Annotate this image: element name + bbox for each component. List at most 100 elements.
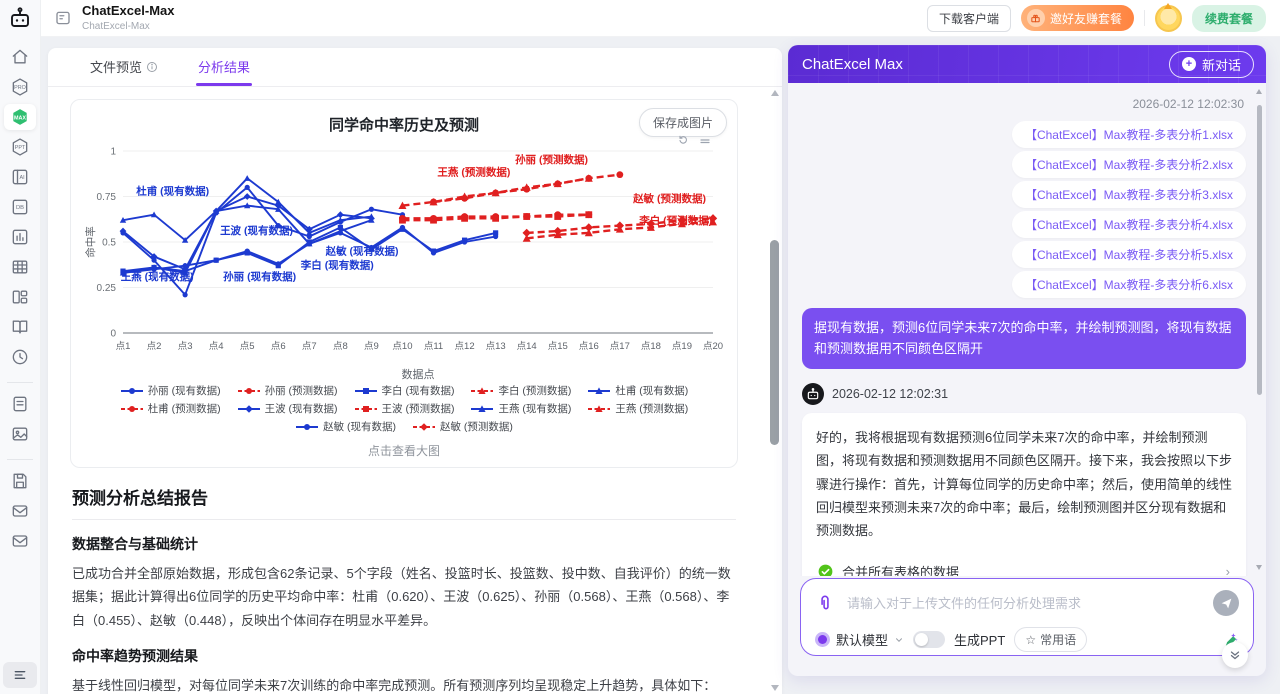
svg-text:AI: AI [20,175,25,181]
app-window: PROMAXPPTAIDB ChatExcel-Max ChatExcel-Ma… [0,0,1280,694]
svg-text:MAX: MAX [14,115,26,121]
svg-text:点2: 点2 [147,341,162,352]
legend-item[interactable]: 孙丽 (预测数据) [237,383,338,398]
sidebar-item-book[interactable] [4,314,36,340]
chart-toolbox [677,134,711,146]
legend-item[interactable]: 赵敏 (预测数据) [412,419,513,434]
legend-item[interactable]: 王燕 (现有数据) [470,401,571,416]
file-chip[interactable]: 【ChatExcel】Max教程-多表分析3.xlsx [1012,181,1246,208]
legend-item[interactable]: 杜甫 (现有数据) [587,383,688,398]
legend-item[interactable]: 王波 (现有数据) [237,401,338,416]
svg-text:点15: 点15 [548,341,568,352]
sidebar-item-max-badge[interactable]: MAX [4,104,36,130]
collapse-sidebar-icon[interactable] [54,9,72,27]
chat-scrollbar-thumb[interactable] [1257,105,1262,395]
sidebar-menu-button[interactable] [3,662,37,688]
send-button[interactable] [1213,590,1239,616]
svg-text:点11: 点11 [424,341,443,352]
chart-legend: 孙丽 (现有数据) 孙丽 (预测数据) 李白 (现有数据) 李白 (预测数据) 杜甫 (… [83,383,725,434]
sidebar-item-ppt-badge[interactable]: PPT [4,134,36,160]
main-scrollbar-thumb[interactable] [770,240,779,445]
svg-text:0: 0 [110,329,116,340]
task-step[interactable]: 合并所有表格的数据› [816,551,1232,576]
app-logo-robot-icon[interactable] [0,0,40,36]
svg-text:赵敏 (预测数据): 赵敏 (预测数据) [632,192,706,205]
legend-item[interactable]: 孙丽 (现有数据) [120,383,221,398]
chart-enlarge-hint[interactable]: 点击查看大图 [83,442,725,459]
new-chat-button[interactable]: + 新对话 [1169,51,1254,78]
file-chip[interactable]: 【ChatExcel】Max教程-多表分析6.xlsx [1012,271,1246,298]
legend-label: 赵敏 (预测数据) [440,419,513,434]
download-client-button[interactable]: 下载客户端 [927,5,1011,32]
legend-item[interactable]: 赵敏 (现有数据) [295,419,396,434]
sidebar-item-database[interactable]: DB [4,194,36,220]
file-chip[interactable]: 【ChatExcel】Max教程-多表分析1.xlsx [1012,121,1246,148]
chat-panel: ChatExcel Max + 新对话 2026-02-12 12:02:30 … [788,45,1266,676]
tab-file-preview[interactable]: 文件预览 [88,57,160,86]
line-chart[interactable]: 00.250.50.751点1点2点3点4点5点6点7点8点9点10点11点12… [83,135,725,381]
analysis-panel: 文件预览 分析结果 保存成图片 同学命中 [48,48,782,694]
sidebar-item-mail[interactable] [4,498,36,524]
ai-message-header: 2026-02-12 12:02:31 [802,383,1246,405]
svg-text:0.75: 0.75 [97,192,117,203]
svg-text:数据点: 数据点 [402,367,435,381]
file-chip[interactable]: 【ChatExcel】Max教程-多表分析5.xlsx [1012,241,1246,268]
generate-ppt-toggle[interactable] [913,631,945,648]
invite-friends-button[interactable]: 邀好友赚套餐 [1021,5,1134,31]
save-as-image-button[interactable]: 保存成图片 [639,108,727,137]
rail-divider [7,382,33,383]
file-chip[interactable]: 【ChatExcel】Max教程-多表分析4.xlsx [1012,211,1246,238]
legend-item[interactable]: 李白 (现有数据) [354,383,455,398]
chat-scroll-down-arrow[interactable] [1256,565,1262,570]
svg-text:点7: 点7 [302,341,317,352]
renew-plan-button[interactable]: 续费套餐 [1192,5,1266,32]
chart-card[interactable]: 保存成图片 同学命中率历史及预测 00.250.50.751点1点2点3点4点5… [70,99,738,468]
legend-item[interactable]: 王波 (预测数据) [354,401,455,416]
sidebar-item-table[interactable] [4,254,36,280]
chat-header: ChatExcel Max + 新对话 [788,45,1266,83]
collapse-chat-chevrons-button[interactable] [1222,642,1248,668]
common-phrases-button[interactable]: ☆ 常用语 [1014,627,1087,652]
sidebar-item-document[interactable] [4,391,36,417]
ppt-badge-icon: PPT [10,137,30,157]
legend-item[interactable]: 杜甫 (预测数据) [120,401,221,416]
svg-text:点3: 点3 [178,341,193,352]
scroll-down-arrow[interactable] [771,685,779,691]
assistant-robot-avatar [802,383,824,405]
sidebar-item-bar-chart[interactable] [4,224,36,250]
chart-menu-icon[interactable] [699,134,711,146]
sidebar-item-layout[interactable] [4,284,36,310]
model-selector[interactable]: 默认模型 [815,630,904,649]
sidebar-item-mail[interactable] [4,528,36,554]
svg-text:李白 (现有数据): 李白 (现有数据) [300,258,374,271]
sidebar-item-clock[interactable] [4,344,36,370]
chat-messages: 2026-02-12 12:02:30 【ChatExcel】Max教程-多表分… [788,83,1266,576]
tab-analysis-result[interactable]: 分析结果 [196,57,252,86]
legend-label: 王波 (现有数据) [265,401,338,416]
sidebar-item-home[interactable] [4,44,36,70]
restore-icon[interactable] [677,134,689,146]
sidebar-item-image[interactable] [4,421,36,447]
legend-item[interactable]: 王燕 (预测数据) [587,401,688,416]
info-icon[interactable] [146,61,158,73]
app-title: ChatExcel-Max [82,4,174,18]
sidebar-item-pro-badge[interactable]: PRO [4,74,36,100]
chat-scroll-up-arrow[interactable] [1256,89,1262,94]
chat-input-area: 默认模型 生成PPT ☆ 常用语 [788,576,1266,676]
file-chip[interactable]: 【ChatExcel】Max教程-多表分析2.xlsx [1012,151,1246,178]
svg-text:点14: 点14 [517,341,537,352]
tab-file-preview-label: 文件预览 [90,57,142,76]
sidebar-item-ai-panel[interactable]: AI [4,164,36,190]
legend-label: 杜甫 (现有数据) [615,383,688,398]
invite-friends-label: 邀好友赚套餐 [1050,10,1122,27]
svg-text:点16: 点16 [579,341,599,352]
chat-text-input[interactable] [845,595,1203,612]
legend-item[interactable]: 李白 (预测数据) [470,383,571,398]
user-avatar[interactable] [1155,5,1182,32]
main-scrollbar [770,90,780,691]
report-section-1-body: 已成功合并全部原始数据，形成包含62条记录、5个字段（姓名、投篮时长、投篮数、投… [72,562,736,632]
chart-title: 同学命中率历史及预测 [83,114,725,135]
attach-paperclip-icon[interactable] [815,593,835,613]
scroll-up-arrow[interactable] [771,90,779,96]
sidebar-item-save[interactable] [4,468,36,494]
